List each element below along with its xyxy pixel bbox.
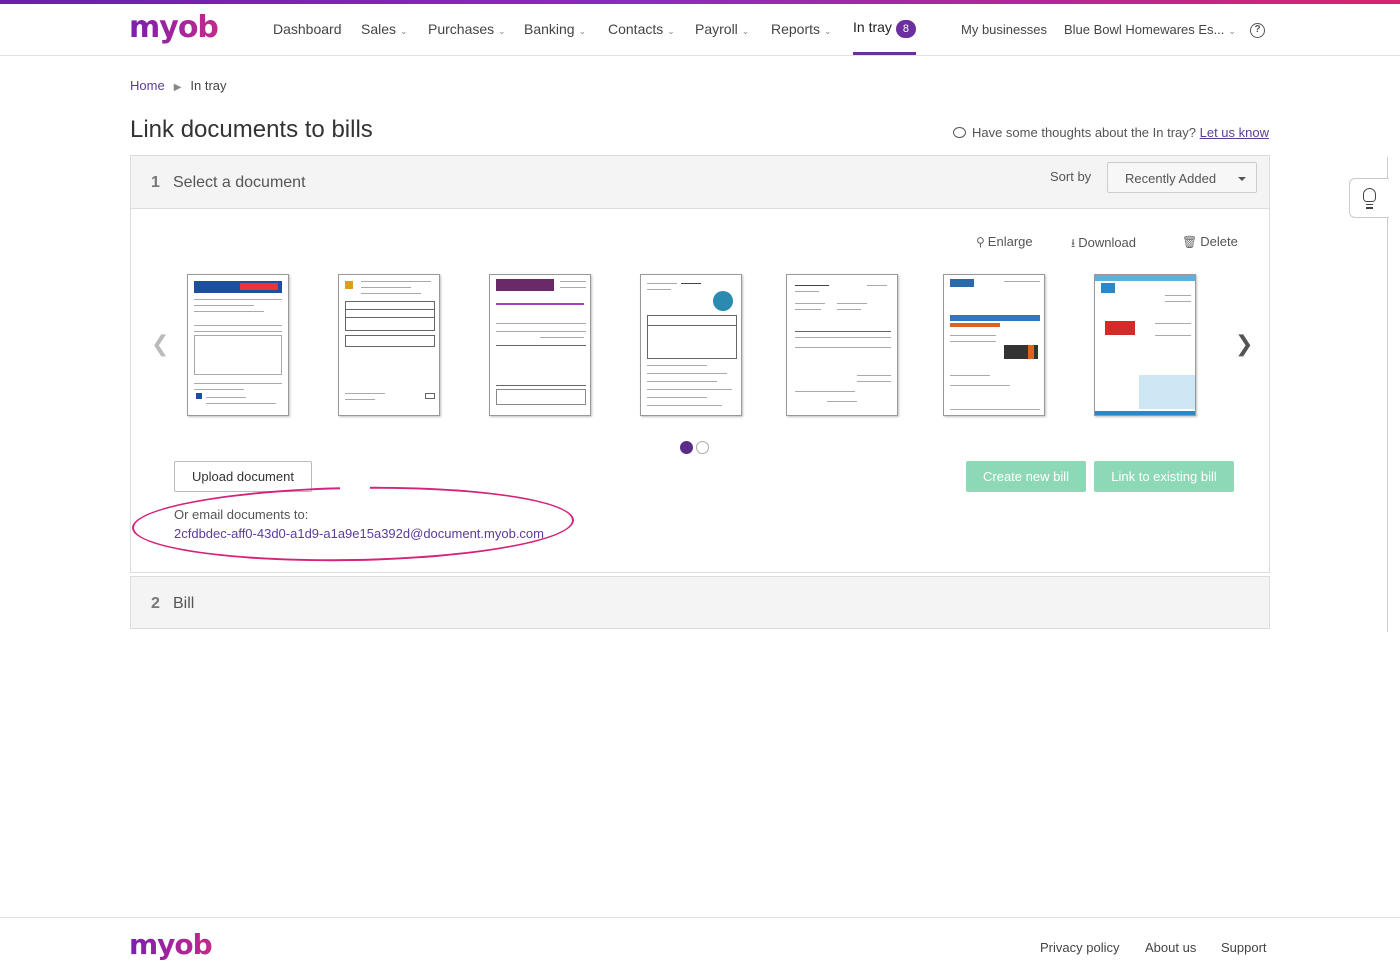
nav-banking[interactable]: Banking ⌄: [524, 21, 586, 37]
nav-banking-label: Banking: [524, 21, 575, 37]
help-icon[interactable]: ?: [1250, 23, 1265, 38]
carousel-next-icon[interactable]: ❯: [1235, 331, 1253, 357]
feedback-prompt: Have some thoughts about the In tray? Le…: [952, 125, 1269, 140]
document-thumbnail[interactable]: [338, 274, 440, 416]
nav-contacts-label: Contacts: [608, 21, 664, 37]
chevron-down-icon: ⌄: [578, 26, 587, 36]
caret-down-icon: [1238, 177, 1246, 181]
footer-myob-logo: myob: [129, 928, 213, 961]
carousel-prev-icon[interactable]: ❮: [151, 331, 169, 357]
side-panel-edge: [1387, 157, 1388, 632]
breadcrumb-home[interactable]: Home: [130, 78, 165, 93]
upload-document-button[interactable]: Upload document: [174, 461, 312, 492]
breadcrumb: Home ▶ In tray: [130, 78, 227, 93]
page-title: Link documents to bills: [130, 116, 373, 143]
help-side-tab[interactable]: [1349, 178, 1389, 218]
nav-dashboard-label: Dashboard: [273, 21, 342, 37]
nav-contacts[interactable]: Contacts ⌄: [608, 21, 675, 37]
feedback-text: Have some thoughts about the In tray?: [971, 125, 1196, 140]
nav-reports[interactable]: Reports ⌄: [771, 21, 832, 37]
nav-sales-label: Sales: [361, 21, 397, 37]
step-label: Bill: [173, 595, 195, 612]
chevron-down-icon: ⌄: [741, 26, 750, 36]
link-to-existing-bill-button[interactable]: Link to existing bill: [1094, 461, 1234, 492]
myob-logo[interactable]: myob: [129, 10, 219, 45]
step-1-header[interactable]: 1 Select a document Sort by Recently Add…: [131, 156, 1269, 209]
business-name: Blue Bowl Homewares Es...: [1064, 22, 1225, 37]
business-switcher[interactable]: Blue Bowl Homewares Es... ⌄: [1064, 22, 1236, 37]
document-thumbnail[interactable]: [786, 274, 898, 416]
nav-purchases[interactable]: Purchases ⌄: [428, 21, 506, 37]
footer: myob Privacy policy About us Support: [0, 917, 1400, 963]
document-thumbnail[interactable]: [943, 274, 1045, 416]
nav-reports-label: Reports: [771, 21, 821, 37]
breadcrumb-current: In tray: [190, 78, 227, 93]
footer-link-support[interactable]: Support: [1221, 940, 1267, 955]
nav-intray[interactable]: In tray 8: [853, 19, 916, 38]
active-tab-indicator: [853, 52, 916, 55]
chevron-down-icon: ⌄: [400, 26, 408, 36]
sort-select[interactable]: Recently Added: [1107, 162, 1257, 193]
document-thumbnail[interactable]: [1094, 274, 1196, 416]
zoom-icon: ⚲: [976, 235, 985, 249]
top-navigation: myob Dashboard Sales ⌄ Purchases ⌄ Banking…: [0, 4, 1400, 56]
breadcrumb-separator-icon: ▶: [173, 82, 182, 93]
chevron-down-icon: ⌄: [667, 26, 675, 36]
nav-purchases-label: Purchases: [428, 21, 495, 37]
enlarge-label: Enlarge: [987, 234, 1033, 249]
sort-selected-value: Recently Added: [1125, 171, 1217, 186]
nav-intray-label: In tray: [853, 19, 892, 35]
document-thumbnail[interactable]: [640, 274, 742, 416]
feedback-link[interactable]: Let us know: [1200, 125, 1269, 140]
step-label: Select a document: [173, 174, 306, 191]
annotation-gap: [340, 484, 370, 492]
delete-button[interactable]: 🗑 Delete: [1182, 234, 1238, 249]
document-thumbnail[interactable]: [489, 274, 591, 416]
chevron-down-icon: ⌄: [498, 26, 506, 36]
download-label: Download: [1078, 235, 1137, 250]
sort-by-label: Sort by: [1050, 169, 1092, 184]
download-icon: ⭳: [1071, 236, 1076, 250]
lightbulb-base: [1366, 204, 1373, 209]
nav-dashboard[interactable]: Dashboard: [273, 21, 342, 37]
lightbulb-icon: [1363, 188, 1376, 202]
enlarge-button[interactable]: ⚲ Enlarge: [976, 234, 1033, 249]
intray-count-badge: 8: [895, 20, 916, 38]
nav-my-businesses[interactable]: My businesses: [961, 22, 1047, 37]
trash-icon: 🗑: [1182, 235, 1198, 249]
step-number: 2: [151, 595, 160, 612]
create-new-bill-button[interactable]: Create new bill: [966, 461, 1086, 492]
speech-bubble-icon: [952, 127, 966, 138]
chevron-down-icon: ⌄: [1228, 26, 1236, 36]
carousel-page-dot[interactable]: [696, 441, 709, 454]
footer-link-about[interactable]: About us: [1145, 940, 1196, 955]
bill-panel[interactable]: 2 Bill: [130, 576, 1270, 629]
chevron-down-icon: ⌄: [824, 26, 832, 36]
nav-sales[interactable]: Sales ⌄: [361, 21, 408, 37]
download-button[interactable]: ⭳ Download: [1071, 234, 1136, 255]
carousel-page-dot[interactable]: [680, 441, 693, 454]
carousel-pagination: [680, 441, 712, 459]
document-thumbnail[interactable]: [187, 274, 289, 416]
step-number: 1: [151, 174, 160, 191]
nav-payroll[interactable]: Payroll ⌄: [695, 21, 749, 37]
footer-link-privacy[interactable]: Privacy policy: [1040, 940, 1119, 955]
delete-label: Delete: [1200, 234, 1238, 249]
nav-payroll-label: Payroll: [695, 21, 738, 37]
